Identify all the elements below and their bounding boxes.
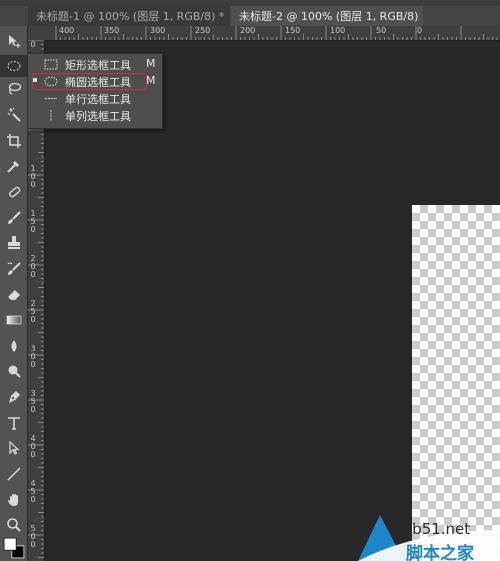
zoom-tool-icon[interactable] bbox=[0, 514, 27, 536]
ruler-label: 1 5 0 bbox=[30, 209, 36, 234]
ruler-label: 3 5 0 bbox=[30, 389, 36, 414]
shortcut-key: M bbox=[146, 74, 156, 87]
rect-marquee-icon bbox=[44, 59, 58, 70]
type-tool-icon[interactable] bbox=[0, 412, 27, 434]
watermark-site: jb51.net bbox=[408, 520, 471, 538]
ruler-label: 150 bbox=[285, 26, 301, 35]
ruler-label: 4 5 0 bbox=[30, 479, 36, 504]
flyout-item-label: 单行选框工具 bbox=[65, 93, 131, 106]
ruler-label: 0 bbox=[30, 40, 36, 49]
tab-label: 未标题-2 @ 100% (图层 1, RGB/8) bbox=[239, 10, 419, 23]
ruler-label: 400 bbox=[59, 26, 75, 35]
ruler-label: 2 5 0 bbox=[30, 299, 36, 324]
tab-untitled-2[interactable]: 未标题-2 @ 100% (图层 1, RGB/8) × bbox=[231, 6, 423, 26]
crop-tool-icon[interactable] bbox=[0, 130, 27, 152]
shortcut-key: M bbox=[146, 57, 156, 70]
watermark-name: 脚本之家 bbox=[406, 544, 474, 561]
marquee-tools-flyout: 矩形选框工具 M 椭圆选框工具 M 单行选框工具 单列选框工具 bbox=[27, 53, 163, 129]
ruler-label: 4 0 0 bbox=[30, 434, 36, 459]
eraser-tool-icon[interactable] bbox=[0, 283, 27, 305]
ruler-label: 100 bbox=[330, 26, 346, 35]
ruler-label: 250 bbox=[195, 26, 211, 35]
ruler-label: 1 0 0 bbox=[30, 164, 36, 189]
clone-stamp-tool-icon[interactable] bbox=[0, 232, 27, 254]
site-watermark: jb51.net 脚本之家 bbox=[358, 512, 500, 561]
hand-tool-icon[interactable] bbox=[0, 489, 27, 511]
dodge-tool-icon[interactable] bbox=[0, 360, 27, 382]
flyout-item-label: 单列选框工具 bbox=[65, 110, 131, 123]
document-tab-bar: 未标题-1 @ 100% (图层 1, RGB/8) * × 未标题-2 @ 1… bbox=[0, 6, 500, 26]
ruler-label: 200 bbox=[240, 26, 256, 35]
flyout-item-single-column-marquee[interactable]: 单列选框工具 bbox=[28, 107, 162, 124]
flyout-item-label: 矩形选框工具 bbox=[65, 59, 131, 72]
flyout-item-rect-marquee[interactable]: 矩形选框工具 M bbox=[28, 56, 162, 73]
ruler-origin[interactable] bbox=[28, 26, 45, 41]
history-brush-tool-icon[interactable] bbox=[0, 258, 27, 280]
path-selection-tool-icon[interactable] bbox=[0, 437, 27, 459]
line-tool-icon[interactable] bbox=[0, 463, 27, 485]
horizontal-ruler: 400 350 300 250 200 150 100 50 0 bbox=[44, 26, 500, 41]
ruler-label: 0 bbox=[417, 26, 423, 35]
pen-tool-icon[interactable] bbox=[0, 386, 27, 408]
ruler-label: 3 0 0 bbox=[30, 344, 36, 369]
single-row-marquee-icon bbox=[45, 98, 57, 99]
magic-wand-tool-icon[interactable] bbox=[0, 104, 27, 126]
ruler-label: 50 bbox=[376, 26, 387, 35]
move-tool-icon[interactable] bbox=[0, 30, 27, 52]
single-column-marquee-icon bbox=[50, 110, 52, 121]
eyedropper-tool-icon[interactable] bbox=[0, 155, 27, 177]
ellipse-marquee-tool-icon[interactable] bbox=[0, 55, 27, 77]
brush-tool-icon[interactable] bbox=[0, 207, 27, 229]
healing-brush-tool-icon[interactable] bbox=[0, 181, 27, 203]
tools-panel bbox=[0, 26, 28, 561]
lasso-tool-icon[interactable] bbox=[0, 78, 27, 100]
flyout-item-single-row-marquee[interactable]: 单行选框工具 bbox=[28, 90, 162, 107]
ruler-label: 300 bbox=[150, 26, 166, 35]
ruler-label: 5 0 0 bbox=[30, 524, 36, 549]
ruler-label: 2 0 0 bbox=[30, 254, 36, 279]
blur-tool-icon[interactable] bbox=[0, 335, 27, 357]
tab-label: 未标题-1 @ 100% (图层 1, RGB/8) * bbox=[36, 10, 225, 23]
tab-untitled-1[interactable]: 未标题-1 @ 100% (图层 1, RGB/8) * × bbox=[28, 6, 230, 26]
ruler-label: 350 bbox=[104, 26, 120, 35]
color-swatches-icon[interactable] bbox=[0, 534, 27, 561]
gradient-tool-icon[interactable] bbox=[0, 309, 27, 331]
transparent-document-canvas[interactable] bbox=[412, 205, 500, 561]
annotation-highlight-box bbox=[32, 73, 147, 90]
